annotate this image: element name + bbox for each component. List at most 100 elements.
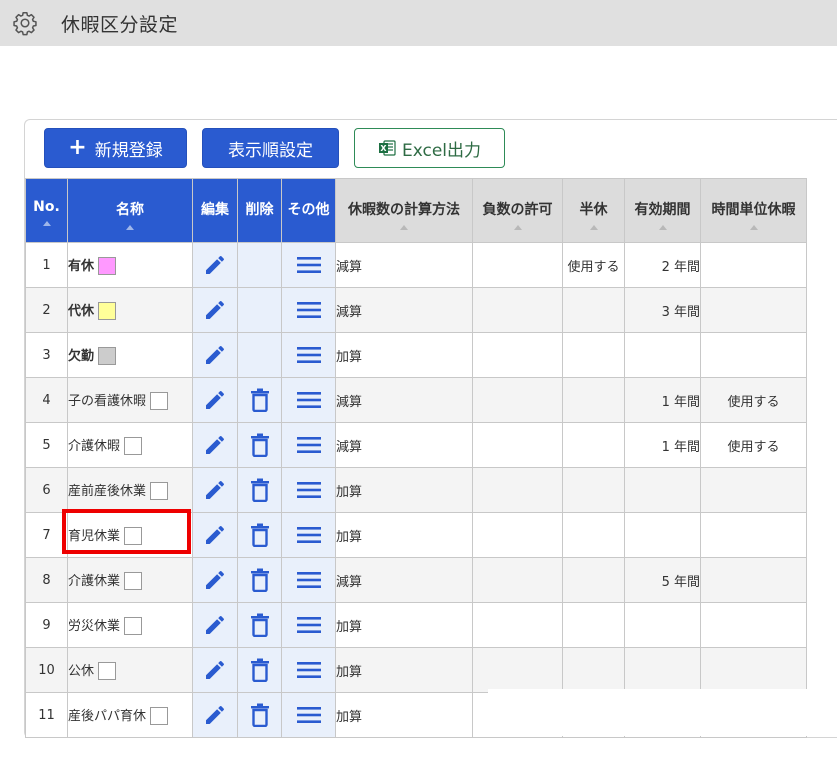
leave-name: 産前産後休業: [68, 483, 147, 499]
column-header-validity[interactable]: 有効期間: [624, 178, 701, 243]
edit-cell: [192, 557, 238, 603]
validity-period: [624, 602, 701, 648]
display-order-button[interactable]: 表示順設定: [202, 128, 339, 168]
validity-period: [624, 647, 701, 693]
pencil-icon[interactable]: [203, 658, 227, 682]
sort-icon: [749, 225, 758, 230]
negative-allowed: [472, 287, 563, 333]
leave-name-cell: 産後パパ育休: [67, 692, 193, 738]
validity-period: [624, 512, 701, 558]
pencil-icon[interactable]: [203, 613, 227, 637]
edit-cell: [192, 467, 238, 513]
pencil-icon[interactable]: [203, 298, 227, 322]
pencil-icon[interactable]: [203, 433, 227, 457]
new-registration-button[interactable]: + 新規登録: [44, 128, 187, 168]
pencil-icon[interactable]: [203, 703, 227, 727]
excel-export-button[interactable]: X Excel出力: [354, 128, 505, 168]
edit-cell: [192, 422, 238, 468]
other-cell: [281, 692, 336, 738]
blank-area: [488, 689, 837, 736]
table-header-row: No. 名称 編集 削除 その他 休暇数の計算方法 負数の許可 半休 有効期間 …: [25, 178, 807, 243]
menu-icon[interactable]: [296, 704, 322, 726]
column-header-delete: 削除: [237, 178, 282, 243]
trash-icon[interactable]: [250, 568, 270, 592]
menu-icon[interactable]: [296, 389, 322, 411]
calc-method: 減算: [335, 557, 473, 603]
menu-icon[interactable]: [296, 569, 322, 591]
excel-export-label: Excel出力: [401, 140, 482, 161]
color-swatch: [150, 482, 169, 501]
delete-cell: [237, 377, 282, 423]
trash-icon[interactable]: [250, 523, 270, 547]
sort-icon: [126, 225, 134, 230]
color-swatch: [98, 347, 117, 366]
delete-cell: [237, 422, 282, 468]
color-swatch: [98, 302, 117, 321]
validity-period: 3 年間: [624, 287, 701, 333]
hourly-leave: [700, 602, 807, 648]
leave-name: 労災休業: [68, 618, 121, 634]
hourly-leave: [700, 467, 807, 513]
leave-name: 代休: [68, 303, 95, 319]
table-row: 10 公休 加算: [25, 647, 807, 693]
pencil-icon[interactable]: [203, 253, 227, 277]
gear-icon[interactable]: [12, 10, 38, 36]
edit-cell: [192, 602, 238, 648]
column-header-calc[interactable]: 休暇数の計算方法: [335, 178, 473, 243]
page-title: 休暇区分設定: [61, 14, 179, 36]
pencil-icon[interactable]: [203, 343, 227, 367]
trash-icon[interactable]: [250, 613, 270, 637]
validity-period: 2 年間: [624, 242, 701, 288]
menu-icon[interactable]: [296, 614, 322, 636]
validity-period: 1 年間: [624, 377, 701, 423]
table-row: 2 代休 減算 3 年間: [25, 287, 807, 333]
calc-method: 加算: [335, 332, 473, 378]
menu-icon[interactable]: [296, 434, 322, 456]
trash-icon[interactable]: [250, 658, 270, 682]
menu-icon[interactable]: [296, 479, 322, 501]
trash-icon[interactable]: [250, 478, 270, 502]
menu-icon[interactable]: [296, 299, 322, 321]
other-cell: [281, 377, 336, 423]
trash-icon[interactable]: [250, 433, 270, 457]
column-header-half[interactable]: 半休: [562, 178, 625, 243]
other-cell: [281, 512, 336, 558]
color-swatch: [124, 617, 143, 636]
pencil-icon[interactable]: [203, 523, 227, 547]
menu-icon[interactable]: [296, 659, 322, 681]
negative-allowed: [472, 242, 563, 288]
pencil-icon[interactable]: [203, 568, 227, 592]
validity-period: 5 年間: [624, 557, 701, 603]
trash-icon[interactable]: [250, 388, 270, 412]
validity-period: [624, 467, 701, 513]
leave-name-cell: 介護休暇: [67, 422, 193, 468]
delete-cell: [237, 557, 282, 603]
color-swatch: [124, 437, 143, 456]
column-header-negative[interactable]: 負数の許可: [472, 178, 563, 243]
row-number: 4: [25, 377, 68, 423]
other-cell: [281, 557, 336, 603]
other-cell: [281, 332, 336, 378]
menu-icon[interactable]: [296, 254, 322, 276]
pencil-icon[interactable]: [203, 388, 227, 412]
leave-name: 介護休暇: [68, 438, 121, 454]
half-day: [562, 512, 625, 558]
calc-method: 加算: [335, 647, 473, 693]
sort-icon: [400, 225, 408, 230]
half-day: [562, 422, 625, 468]
negative-allowed: [472, 377, 563, 423]
menu-icon[interactable]: [296, 524, 322, 546]
table-row: 5 介護休暇 減算 1 年間 使用する: [25, 422, 807, 468]
delete-cell: [237, 602, 282, 648]
pencil-icon[interactable]: [203, 478, 227, 502]
column-header-name[interactable]: 名称: [67, 178, 193, 243]
menu-icon[interactable]: [296, 344, 322, 366]
column-header-hourly[interactable]: 時間単位休暇: [700, 178, 807, 243]
edit-cell: [192, 287, 238, 333]
calc-method: 減算: [335, 242, 473, 288]
hourly-leave: [700, 332, 807, 378]
column-header-no[interactable]: No.: [25, 178, 68, 243]
trash-icon[interactable]: [250, 703, 270, 727]
leave-name: 公休: [68, 663, 95, 679]
other-cell: [281, 647, 336, 693]
